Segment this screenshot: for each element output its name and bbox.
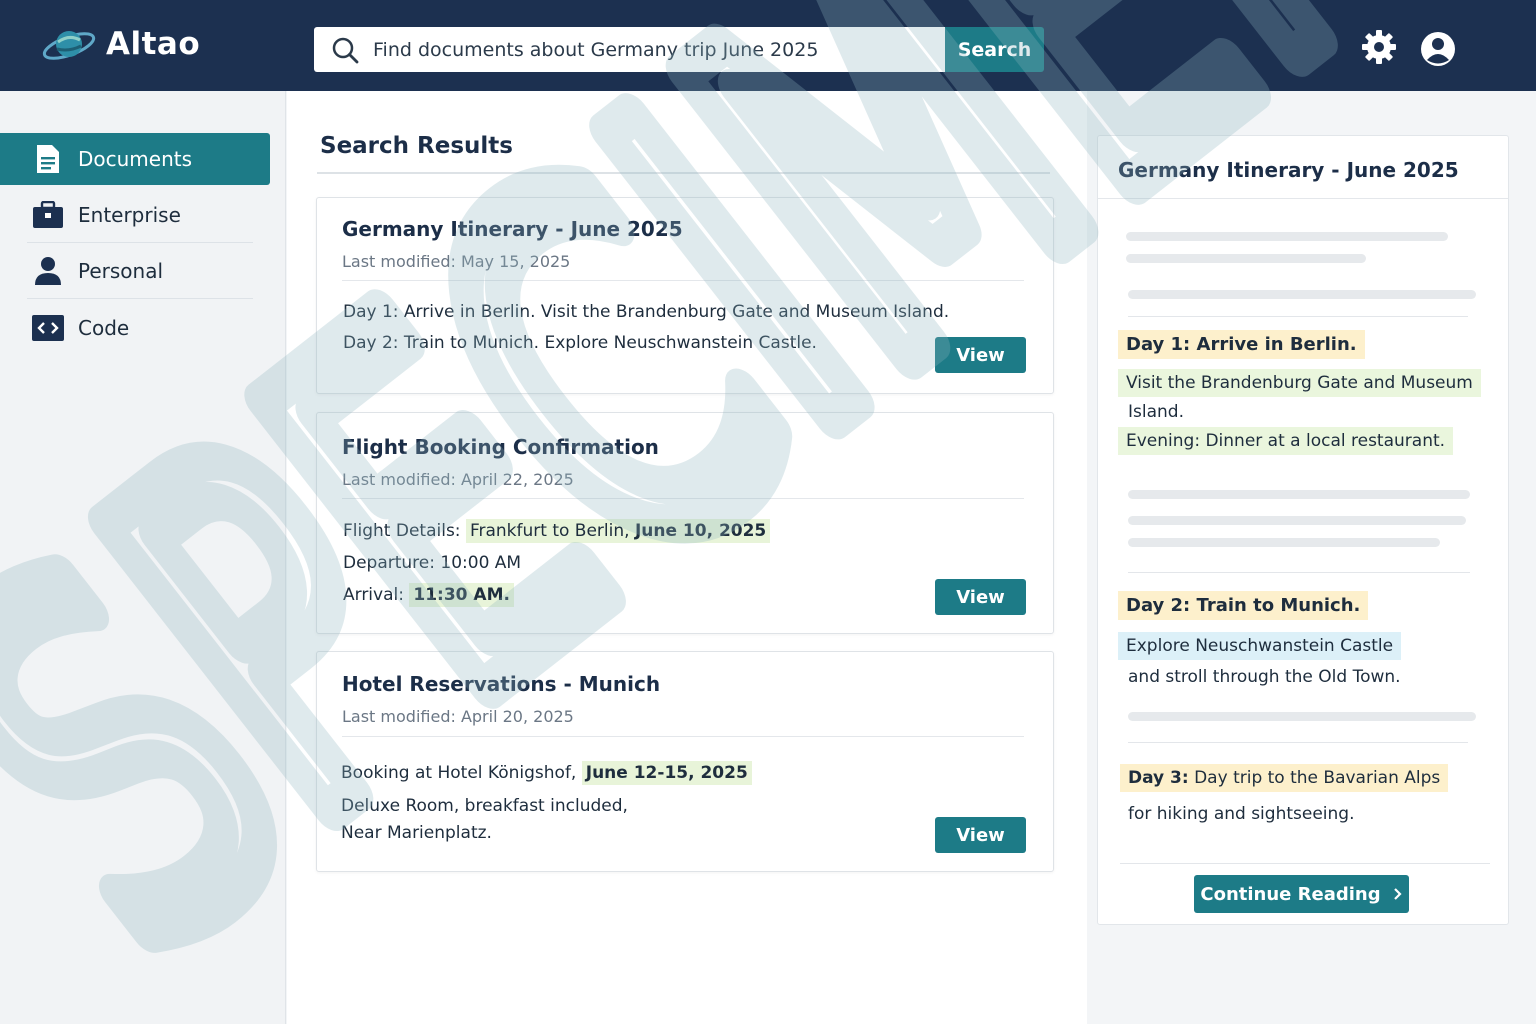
snippet-value: 10:00 AM — [440, 553, 522, 573]
snippet-highlight-date: June 10, 2025 — [634, 521, 767, 541]
nav-divider — [27, 298, 253, 299]
sidebar-item-label: Personal — [78, 259, 164, 283]
snippet-text: Flight Details: — [343, 521, 466, 541]
divider — [1128, 572, 1470, 573]
search-box[interactable] — [314, 27, 945, 72]
view-button[interactable]: View — [935, 579, 1026, 615]
day-2-detail: Explore Neuschwanstein Castle — [1118, 632, 1402, 660]
result-meta: Last modified: April 22, 2025 — [342, 470, 574, 489]
placeholder-line — [1126, 232, 1448, 241]
snippet-highlight: June 12-15, 2025 — [581, 761, 752, 785]
search-bar: Search — [314, 27, 1044, 72]
divider — [342, 736, 1024, 737]
result-meta: Last modified: May 15, 2025 — [342, 252, 571, 271]
day-3-highlight: Day 3: Day trip to the Bavarian Alps — [1120, 764, 1449, 792]
result-snippet-line: Deluxe Room, breakfast included, — [341, 796, 628, 816]
snippet-highlight: Day 1: Arrive in Berlin. — [343, 302, 536, 322]
briefcase-icon — [32, 199, 64, 231]
code-icon — [32, 312, 64, 344]
divider — [1128, 742, 1468, 743]
snippet-highlight-text: Frankfurt to Berlin, — [469, 521, 635, 541]
day-1-highlight: Evening: Dinner at a local restaurant. — [1118, 427, 1454, 455]
nav-divider — [27, 242, 253, 243]
day-1-heading: Day 1: Arrive in Berlin. — [1118, 330, 1365, 359]
result-snippet-line: Departure: 10:00 AM — [343, 553, 521, 573]
result-card-germany-itinerary[interactable]: Germany Itinerary - June 2025 Last modif… — [316, 197, 1054, 394]
placeholder-line — [1126, 254, 1366, 263]
placeholder-line — [1128, 516, 1466, 525]
snippet-text: Arrival: — [343, 585, 410, 605]
result-snippet-line: Arrival: 11:30 AM. — [343, 583, 514, 607]
day-1-highlight: Day 1: Arrive in Berlin. — [1118, 330, 1365, 359]
sidebar: Documents Enterprise Personal Code — [0, 91, 286, 1024]
day-3-label: Day 3: — [1128, 768, 1189, 788]
day-1-detail: Visit the Brandenburg Gate and Museum — [1118, 369, 1481, 397]
sidebar-item-label: Enterprise — [78, 203, 181, 227]
preview-panel: Germany Itinerary - June 2025 Day 1: Arr… — [1087, 91, 1536, 1024]
day-1-highlight: Visit the Brandenburg Gate and Museum — [1118, 369, 1481, 397]
placeholder-line — [1128, 490, 1470, 499]
result-title[interactable]: Hotel Reservations - Munich — [342, 672, 660, 696]
day-2-highlight: Explore Neuschwanstein Castle — [1118, 632, 1402, 660]
day-1-detail: Evening: Dinner at a local restaurant. — [1118, 427, 1454, 455]
app-logo[interactable]: Altao — [40, 22, 200, 66]
placeholder-line — [1128, 290, 1476, 299]
continue-reading-label: Continue Reading — [1200, 883, 1381, 905]
sidebar-item-label: Documents — [78, 147, 193, 171]
result-snippet-line: Near Marienplatz. — [341, 823, 492, 843]
top-bar: Altao Search — [0, 0, 1536, 91]
divider — [342, 280, 1024, 281]
day-3-heading: Day 3: Day trip to the Bavarian Alps — [1120, 764, 1449, 792]
placeholder-line — [1128, 538, 1440, 547]
snippet-text: Departure: — [343, 553, 441, 573]
sidebar-item-enterprise[interactable]: Enterprise — [0, 189, 270, 241]
divider — [1098, 198, 1508, 199]
result-card-hotel-reservations[interactable]: Hotel Reservations - Munich Last modifie… — [316, 651, 1054, 872]
result-snippet-line: Day 2: Train to Munich. Explore Neuschwa… — [343, 333, 817, 353]
snippet-text: Visit the Brandenburg Gate and Museum Is… — [535, 302, 950, 322]
day-1-detail: Island. — [1128, 402, 1184, 422]
preview-title: Germany Itinerary - June 2025 — [1118, 158, 1459, 182]
result-snippet-line: Day 1: Arrive in Berlin. Visit the Brand… — [343, 302, 949, 322]
snippet-highlight: 11:30 AM. — [409, 583, 514, 607]
search-results-panel: Search Results Germany Itinerary - June … — [287, 91, 1087, 1024]
gear-icon[interactable] — [1360, 28, 1398, 66]
search-button[interactable]: Search — [945, 27, 1044, 72]
day-2-detail: and stroll through the Old Town. — [1128, 667, 1401, 687]
result-snippet-line: Flight Details: Frankfurt to Berlin, Jun… — [343, 519, 771, 543]
result-card-flight-booking[interactable]: Flight Booking Confirmation Last modifie… — [316, 412, 1054, 634]
placeholder-line — [1128, 712, 1476, 721]
result-meta: Last modified: April 20, 2025 — [342, 707, 574, 726]
chevron-right-icon — [1393, 888, 1402, 900]
sidebar-item-code[interactable]: Code — [0, 302, 270, 354]
user-avatar-icon[interactable] — [1419, 30, 1457, 68]
divider — [1128, 316, 1468, 317]
document-preview[interactable]: Germany Itinerary - June 2025 Day 1: Arr… — [1097, 135, 1509, 925]
divider — [1120, 863, 1490, 864]
day-2-heading: Day 2: Train to Munich. — [1118, 591, 1369, 620]
person-icon — [32, 255, 64, 287]
view-button[interactable]: View — [935, 817, 1026, 853]
divider — [317, 172, 1050, 174]
page-title: Search Results — [320, 133, 513, 159]
view-button[interactable]: View — [935, 337, 1026, 373]
sidebar-item-documents[interactable]: Documents — [0, 133, 270, 185]
snippet-highlight: Frankfurt to Berlin, June 10, 2025 — [465, 519, 771, 543]
app-name: Altao — [106, 26, 201, 62]
day-2-highlight: Day 2: Train to Munich. — [1118, 591, 1369, 620]
divider — [342, 498, 1024, 499]
day-3-detail: for hiking and sightseeing. — [1128, 804, 1355, 824]
result-title[interactable]: Germany Itinerary - June 2025 — [342, 217, 683, 241]
continue-reading-button[interactable]: Continue Reading — [1194, 875, 1409, 913]
search-input[interactable] — [373, 38, 913, 61]
result-snippet-line: Booking at Hotel Königshof, June 12-15, … — [341, 761, 752, 785]
sidebar-item-personal[interactable]: Personal — [0, 245, 270, 297]
planet-logo-icon — [42, 31, 96, 60]
snippet-text: Booking at Hotel Königshof, — [341, 763, 582, 783]
result-title[interactable]: Flight Booking Confirmation — [342, 435, 659, 459]
document-icon — [32, 143, 64, 175]
day-3-text: Day trip to the Bavarian Alps — [1188, 768, 1441, 788]
search-icon — [332, 37, 359, 63]
sidebar-item-label: Code — [78, 316, 130, 340]
